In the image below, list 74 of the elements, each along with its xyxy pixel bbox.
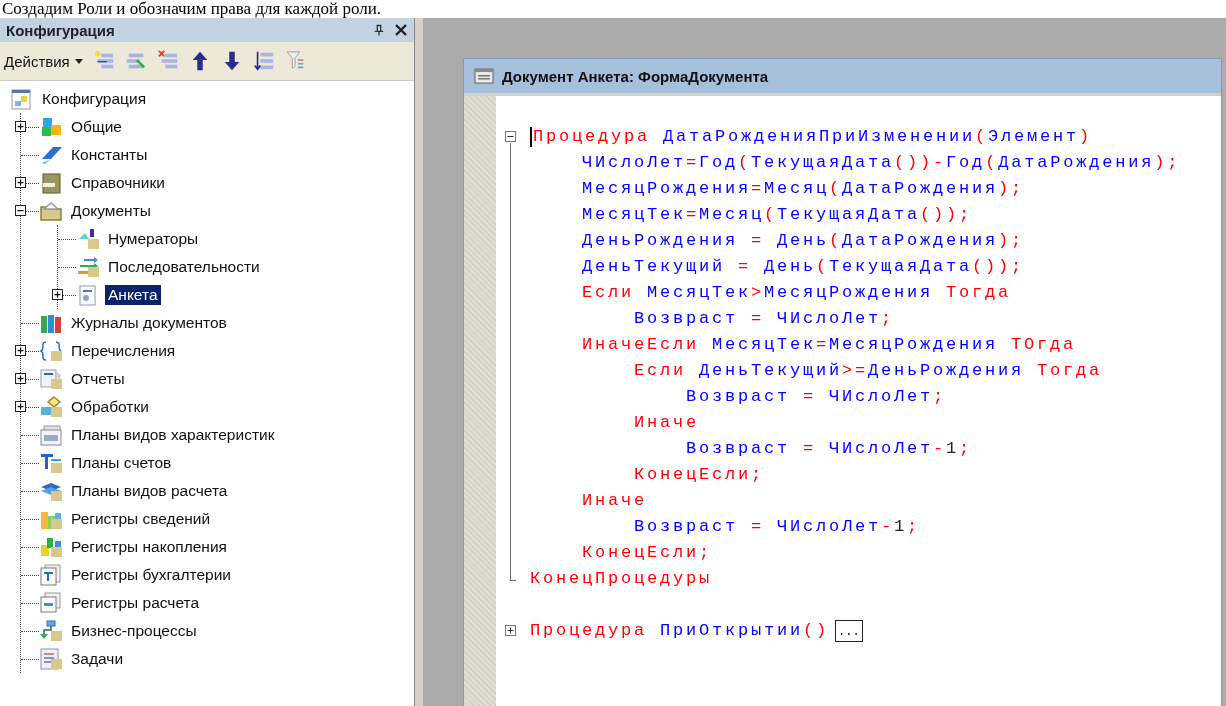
code-line: Если МесяцТек>МесяцРождения Тогда <box>582 282 1012 304</box>
cabinet-icon <box>39 171 63 195</box>
arrows-icon <box>76 255 100 279</box>
code-line: ИначеЕсли МесяцТек=МесяцРождения ТОгда <box>582 334 1077 356</box>
expand-toggle[interactable] <box>52 289 63 300</box>
code-line: ДеньТекущий = День(ТекущаяДата()); <box>582 256 1025 278</box>
code-line: Возвраст = ЧИслоЛет-1; <box>634 516 921 538</box>
table-icon <box>39 423 63 447</box>
braces-icon <box>39 339 63 363</box>
coins-icon <box>39 535 63 559</box>
code-line: ЧИслоЛет=Год(ТекущаяДата())-Год(ДатаРождения); <box>582 152 1181 174</box>
tree-item[interactable]: Документы <box>68 201 154 221</box>
tree-item[interactable]: Бизнес-процессы <box>68 621 200 641</box>
code-line: Возвраст = ЧИслоЛет; <box>634 308 895 330</box>
code-line: ДеньРождения = День(ДатаРождения); <box>582 230 1025 252</box>
tree-item[interactable]: Конфигурация <box>39 89 150 109</box>
ledger-icon <box>39 563 63 587</box>
code-line: Иначе <box>634 412 699 434</box>
collapse-toggle[interactable] <box>505 131 516 142</box>
tree-item[interactable]: Константы <box>68 145 151 165</box>
tree-item[interactable]: Регистры накопления <box>68 537 230 557</box>
tree-item[interactable]: Журналы документов <box>68 313 230 333</box>
code-line: МесяцТек=Месяц(ТекущаяДата()); <box>582 204 973 226</box>
code-line: Иначе <box>582 490 647 512</box>
collapse-toggle[interactable] <box>15 205 26 216</box>
tree-item[interactable]: Обработки <box>68 397 152 417</box>
register-icon <box>39 591 63 615</box>
pin-icon[interactable] <box>374 23 384 37</box>
flowchart-icon <box>39 619 63 643</box>
window-title: Документ Анкета: ФормаДокумента <box>502 67 769 85</box>
code-line: КонецЕсли; <box>634 464 765 486</box>
code-line: Процедура ДатаРожденияПриИзменении(Элемент) <box>533 126 1093 148</box>
tree-item[interactable]: Планы счетов <box>68 453 175 473</box>
cubes-icon <box>39 115 63 139</box>
expand-toggle[interactable] <box>15 121 26 132</box>
tree-item[interactable]: Общие <box>68 117 125 137</box>
code-line: Если ДеньТекущий>=ДеньРождения Тогда <box>634 360 1103 382</box>
expand-toggle[interactable] <box>505 625 516 636</box>
tree-item[interactable]: Планы видов расчета <box>68 481 231 501</box>
panel-title: Конфигурация <box>6 21 116 39</box>
tree-item[interactable]: Последовательности <box>105 257 263 277</box>
code-line: КонецПроцедуры <box>530 568 713 590</box>
letter-t-icon <box>39 451 63 475</box>
code-line: Возвраст = ЧИслоЛет-1; <box>686 438 973 460</box>
code-line: МесяцРождения=Месяц(ДатаРождения); <box>582 178 1025 200</box>
form-window-icon <box>474 68 494 84</box>
tree-item[interactable]: Отчеты <box>68 369 128 389</box>
tree-item[interactable]: Справочники <box>68 173 168 193</box>
diamond-icon <box>39 395 63 419</box>
tree-item[interactable]: Регистры бухгалтерии <box>68 565 234 585</box>
expand-toggle[interactable] <box>15 373 26 384</box>
list-icon <box>39 647 63 671</box>
tree-item[interactable]: Планы видов характеристик <box>68 425 278 445</box>
sort-icon[interactable] <box>252 50 275 72</box>
caret-icon <box>74 58 83 64</box>
code-line: Процедура ПриОткрытии() <box>530 620 830 642</box>
expand-toggle[interactable] <box>15 401 26 412</box>
expand-toggle[interactable] <box>15 177 26 188</box>
document-icon <box>10 87 34 111</box>
tree-item[interactable]: Анкета <box>105 285 161 305</box>
collapsed-code-button[interactable]: ... <box>835 620 863 642</box>
tree-item[interactable]: Задачи <box>68 649 127 669</box>
code-line: КонецЕсли; <box>582 542 713 564</box>
expand-toggle[interactable] <box>15 345 26 356</box>
actions-menu[interactable]: Действия <box>4 50 83 72</box>
tree-item[interactable]: Регистры расчета <box>68 593 203 613</box>
code-line: Возвраст = ЧИслоЛет; <box>686 386 947 408</box>
tree-item[interactable]: Нумераторы <box>105 229 202 249</box>
document-text: Создадим Роли и обозначим права для каждой роли. <box>1 0 382 18</box>
close-icon[interactable] <box>394 23 408 37</box>
tree-item[interactable]: Регистры сведений <box>68 509 214 529</box>
report-icon <box>39 367 63 391</box>
tree-item[interactable]: Перечисления <box>68 341 179 361</box>
folder-icon <box>39 199 63 223</box>
